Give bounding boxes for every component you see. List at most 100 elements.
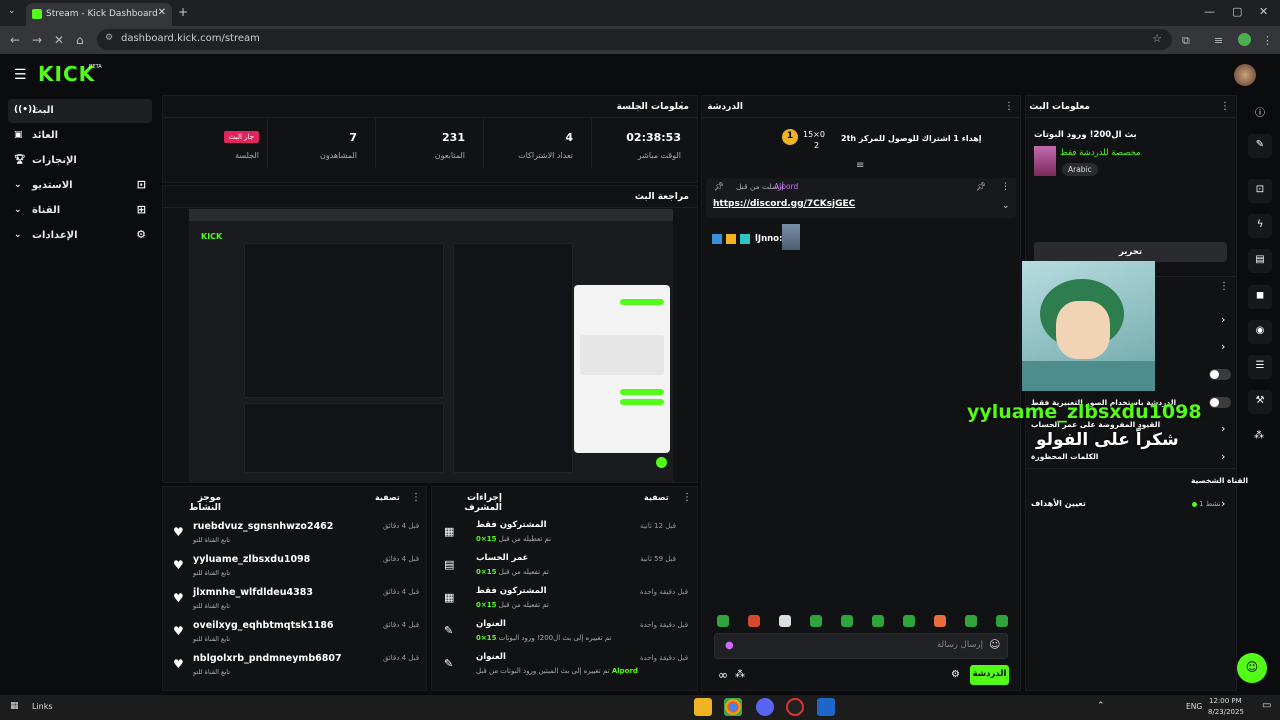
- emote-icon[interactable]: [934, 615, 946, 627]
- back-icon[interactable]: ←: [10, 33, 20, 47]
- browser-menu-icon[interactable]: ⋮: [1262, 34, 1273, 47]
- sidebar-item-channel[interactable]: ⌄ القناة ⊞: [8, 199, 152, 223]
- more-options-icon[interactable]: ⋮: [1219, 281, 1229, 292]
- links-label[interactable]: Links: [32, 702, 53, 711]
- new-tab-icon[interactable]: +: [178, 5, 188, 19]
- more-options-icon[interactable]: ⋮: [411, 492, 421, 503]
- stream-preview-video[interactable]: KICK: [189, 209, 673, 483]
- studio-icon[interactable]: ⊡: [1248, 179, 1272, 203]
- activity-username[interactable]: oveilxyg_eqhbtmqtsk1186: [193, 620, 334, 631]
- mic-icon[interactable]: ●: [725, 640, 734, 651]
- more-options-icon[interactable]: ⋮: [1004, 101, 1014, 112]
- media-icon[interactable]: ≡: [1214, 34, 1223, 47]
- sidebar-item-live[interactable]: ((•)) البث: [8, 99, 152, 123]
- mod-filter-button[interactable]: تصفية: [644, 493, 669, 502]
- clock-time[interactable]: 12:00 PM: [1209, 697, 1242, 705]
- chevron-right-icon[interactable]: ›: [1221, 450, 1225, 463]
- more-options-icon[interactable]: ⋮: [1220, 101, 1230, 112]
- chevron-right-icon[interactable]: ›: [1221, 313, 1225, 326]
- studio-icon: ⊡: [136, 178, 146, 191]
- emote-icon[interactable]: [779, 615, 791, 627]
- info-icon[interactable]: ⓘ: [1255, 104, 1265, 119]
- browser-profile-avatar[interactable]: [1238, 33, 1251, 46]
- edit-icon[interactable]: ✎: [1248, 134, 1272, 158]
- emote-icon[interactable]: [903, 615, 915, 627]
- site-info-icon[interactable]: ⚙: [105, 33, 113, 43]
- emote-icon[interactable]: [841, 615, 853, 627]
- more-options-icon[interactable]: ⋮: [682, 492, 692, 503]
- emote-icon[interactable]: [748, 615, 760, 627]
- shield-icon[interactable]: [817, 698, 835, 716]
- chat-bubble-icon[interactable]: ◼: [1248, 285, 1272, 309]
- maximize-icon[interactable]: ▢: [1232, 5, 1242, 18]
- chevron-right-icon[interactable]: ›: [1221, 340, 1225, 353]
- emote-icon[interactable]: [717, 615, 729, 627]
- lightning-icon[interactable]: ϟ: [1248, 214, 1272, 238]
- minimize-icon[interactable]: —: [1204, 5, 1215, 18]
- infinity-icon[interactable]: ∞: [718, 668, 728, 682]
- stream-category[interactable]: مخصصة للدردشة فقط: [1060, 148, 1141, 158]
- layout-icon[interactable]: ☰: [1248, 355, 1272, 379]
- sidebar-item-achievements[interactable]: 🏆︎ الإنجازات: [8, 149, 152, 173]
- clock-date[interactable]: 8/23/2025: [1208, 708, 1244, 716]
- broadcast-icon[interactable]: ◉: [1248, 320, 1272, 344]
- unpin-icon[interactable]: 📌︎: [976, 182, 986, 191]
- activity-username[interactable]: yyluame_zlbsxdu1098: [193, 554, 310, 565]
- extensions-icon[interactable]: ⧉: [1182, 34, 1190, 48]
- language-indicator[interactable]: ENG: [1186, 702, 1202, 711]
- tab-search-icon[interactable]: ⌄: [8, 6, 16, 16]
- url-text: dashboard.kick.com/stream: [121, 33, 260, 44]
- chat-input[interactable]: ● إرسال رسالة ☺: [714, 633, 1008, 659]
- chevron-down-icon[interactable]: ⌄: [1002, 201, 1010, 211]
- emote-icon[interactable]: [810, 615, 822, 627]
- chat-username[interactable]: lJnno:: [755, 234, 782, 244]
- activity-username[interactable]: nblgolxrb_pndmneymb6807: [193, 653, 342, 664]
- sidebar-item-revenue[interactable]: ▣ العائد: [8, 124, 152, 148]
- toggle-switch[interactable]: [1209, 397, 1231, 408]
- discord-icon[interactable]: [756, 698, 774, 716]
- wrench-icon[interactable]: ⚒: [1248, 390, 1272, 414]
- menu-icon[interactable]: ☰: [14, 67, 27, 83]
- notifications-icon[interactable]: ▭: [1262, 700, 1271, 711]
- stop-icon[interactable]: ✕: [54, 33, 64, 47]
- widgets-icon[interactable]: ▦: [10, 701, 19, 711]
- url-field[interactable]: ⚙ dashboard.kick.com/stream ☆: [97, 29, 1172, 50]
- support-chat-icon[interactable]: ☺: [1237, 653, 1267, 683]
- more-options-icon[interactable]: ⋮: [677, 101, 687, 112]
- activity-username[interactable]: jlxmnhe_wlfdldeu4383: [193, 587, 313, 598]
- forward-icon[interactable]: →: [32, 33, 42, 47]
- tray-chevron-icon[interactable]: ⌃: [1097, 701, 1105, 711]
- user-avatar[interactable]: [1234, 64, 1256, 86]
- send-chat-button[interactable]: الدردشة: [970, 665, 1009, 685]
- activity-username[interactable]: ruebdvuz_sgnsnhwzo2462: [193, 521, 333, 532]
- file-explorer-icon[interactable]: [694, 698, 712, 716]
- browser-tab[interactable]: Stream - Kick Dashboard ✕: [26, 3, 172, 26]
- obs-icon[interactable]: [786, 698, 804, 716]
- activity-filter-button[interactable]: تصفية: [375, 493, 400, 502]
- chat-settings-gear-icon[interactable]: ⚙: [951, 669, 960, 680]
- emote-icon[interactable]: [996, 615, 1008, 627]
- chevron-right-icon[interactable]: ›: [1221, 497, 1225, 510]
- close-tab-icon[interactable]: ✕: [158, 7, 166, 18]
- home-icon[interactable]: ⌂: [76, 33, 84, 47]
- notes-icon[interactable]: ▤: [1248, 249, 1272, 273]
- emote-icon[interactable]: [872, 615, 884, 627]
- pinned-link[interactable]: https://discord.gg/7CKsjGEC: [713, 199, 855, 209]
- emoji-icon[interactable]: ☺: [989, 638, 1000, 651]
- sidebar-item-settings[interactable]: ⌄ الإعدادات ⚙: [8, 224, 152, 248]
- toggle-switch[interactable]: [1209, 369, 1231, 380]
- apps-icon[interactable]: ⁂: [1254, 430, 1264, 441]
- emote-picker-icon[interactable]: ⁂: [735, 669, 745, 680]
- bookmark-star-icon[interactable]: ☆: [1152, 32, 1162, 45]
- chevron-down-icon: ⌄: [14, 180, 22, 190]
- set-goals-label[interactable]: تعيين الأهداف: [1031, 499, 1086, 508]
- kick-logo[interactable]: KICK: [38, 62, 95, 86]
- pinned-menu-icon[interactable]: ⋮: [1001, 182, 1010, 192]
- close-window-icon[interactable]: ✕: [1259, 5, 1268, 18]
- chevron-right-icon[interactable]: ›: [1221, 422, 1225, 435]
- sidebar-item-studio[interactable]: ⌄ الاستديو ⊡: [8, 174, 152, 198]
- emote-icon[interactable]: [965, 615, 977, 627]
- chrome-icon[interactable]: [724, 698, 742, 716]
- edit-stream-button[interactable]: تحرير: [1034, 242, 1227, 262]
- collapse-goal-icon[interactable]: ≡: [856, 160, 864, 171]
